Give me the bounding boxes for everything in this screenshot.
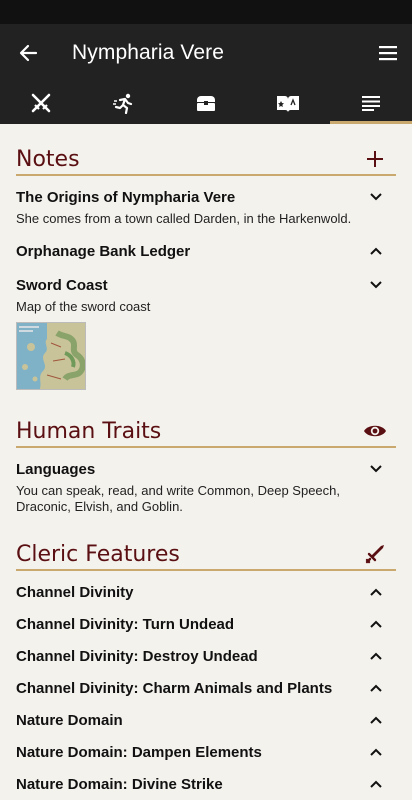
note-header[interactable]: The Origins of Nympharia Vere: [16, 187, 396, 207]
expand-toggle[interactable]: [364, 678, 388, 698]
expand-toggle[interactable]: [364, 614, 388, 634]
eye-icon: [364, 425, 386, 437]
note-body: Map of the sword coast: [16, 299, 151, 314]
feature-item[interactable]: Nature Domain: Divine Strike: [16, 774, 396, 794]
content: Notes The Origins of Nympharia Vere She …: [0, 146, 412, 794]
note-title: Orphanage Bank Ledger: [16, 242, 191, 260]
notes-section-title: Notes: [16, 147, 80, 172]
tab-notes[interactable]: [329, 82, 412, 124]
chevron-down-icon: [370, 193, 382, 201]
trait-item: Languages You can speak, read, and write…: [16, 459, 396, 515]
note-title: The Origins of Nympharia Vere: [16, 188, 236, 206]
back-button[interactable]: [0, 24, 56, 82]
map-thumbnail[interactable]: [16, 322, 86, 390]
feature-title: Nature Domain: [16, 711, 123, 729]
chevron-up-icon: [370, 588, 382, 596]
note-item: Orphanage Bank Ledger: [16, 241, 396, 261]
features-list: Channel Divinity Channel Divinity: Turn U…: [16, 582, 396, 794]
chevron-down-icon: [370, 465, 382, 473]
app-bar: Nympharia Vere: [0, 24, 412, 82]
feature-item[interactable]: Channel Divinity: Destroy Undead: [16, 646, 396, 666]
expand-toggle[interactable]: [364, 646, 388, 666]
expand-toggle[interactable]: [364, 774, 388, 794]
feature-title: Nature Domain: Divine Strike: [16, 775, 223, 793]
page-title: Nympharia Vere: [72, 41, 224, 64]
chevron-down-icon: [370, 281, 382, 289]
chevron-up-icon: [370, 748, 382, 756]
spellbook-icon: [277, 96, 300, 112]
toggle-visibility-button[interactable]: [362, 418, 388, 444]
arrow-back-icon: [19, 44, 38, 62]
chevron-up-icon: [370, 247, 382, 255]
trait-title: Languages: [16, 460, 96, 478]
plus-icon: [367, 151, 383, 167]
chevron-up-icon: [370, 684, 382, 692]
notes-lines-icon: [361, 96, 380, 111]
expand-toggle[interactable]: [364, 459, 388, 479]
running-person-icon: [112, 93, 132, 114]
status-bar: [0, 0, 412, 24]
notes-section-header: Notes: [16, 146, 396, 176]
chevron-up-icon: [370, 716, 382, 724]
menu-button[interactable]: [364, 24, 412, 82]
note-body: She comes from a town called Darden, in …: [16, 211, 352, 226]
trait-body: You can speak, read, and write Common, D…: [16, 483, 340, 514]
note-item: Sword Coast Map of the sword coast: [16, 275, 396, 390]
chevron-up-icon: [370, 652, 382, 660]
tab-inventory[interactable]: [165, 82, 247, 124]
tab-spells[interactable]: [247, 82, 329, 124]
expand-toggle[interactable]: [364, 582, 388, 602]
feature-item[interactable]: Channel Divinity: Charm Animals and Plan…: [16, 678, 396, 698]
tab-combat[interactable]: [0, 82, 82, 124]
feature-title: Channel Divinity: Turn Undead: [16, 615, 235, 633]
feature-title: Channel Divinity: [16, 583, 134, 601]
hamburger-menu-icon: [379, 46, 397, 61]
feature-item[interactable]: Channel Divinity: Turn Undead: [16, 614, 396, 634]
chevron-up-icon: [370, 620, 382, 628]
feature-item[interactable]: Channel Divinity: [16, 582, 396, 602]
feature-title: Channel Divinity: Destroy Undead: [16, 647, 258, 665]
expand-toggle[interactable]: [364, 187, 388, 207]
note-item: The Origins of Nympharia Vere She comes …: [16, 187, 396, 227]
expand-toggle[interactable]: [364, 275, 388, 295]
note-header[interactable]: Orphanage Bank Ledger: [16, 241, 396, 261]
add-note-button[interactable]: [362, 146, 388, 172]
feature-item[interactable]: Nature Domain: Dampen Elements: [16, 742, 396, 762]
expand-toggle[interactable]: [364, 710, 388, 730]
note-title: Sword Coast: [16, 276, 108, 294]
tab-bar: [0, 82, 412, 124]
feature-title: Nature Domain: Dampen Elements: [16, 743, 262, 761]
feature-item[interactable]: Nature Domain: [16, 710, 396, 730]
expand-toggle[interactable]: [364, 241, 388, 261]
map-image: [17, 323, 85, 389]
sword-icon: [365, 545, 384, 564]
features-section-title: Cleric Features: [16, 542, 180, 567]
features-action-button[interactable]: [362, 541, 388, 567]
treasure-chest-icon: [197, 96, 216, 111]
trait-header[interactable]: Languages: [16, 459, 396, 479]
chevron-up-icon: [370, 780, 382, 788]
features-section-header: Cleric Features: [16, 541, 396, 571]
tab-actions[interactable]: [82, 82, 164, 124]
note-header[interactable]: Sword Coast: [16, 275, 396, 295]
crossed-swords-icon: [31, 93, 51, 113]
feature-title: Channel Divinity: Charm Animals and Plan…: [16, 679, 333, 697]
traits-section-header: Human Traits: [16, 418, 396, 448]
traits-section-title: Human Traits: [16, 419, 162, 444]
expand-toggle[interactable]: [364, 742, 388, 762]
